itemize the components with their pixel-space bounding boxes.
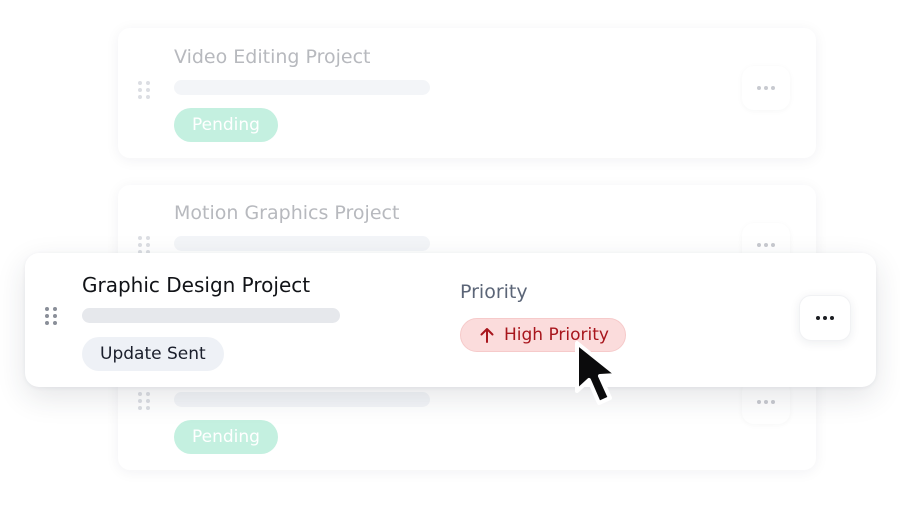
task-progress-bar <box>174 236 430 251</box>
arrow-up-icon <box>479 327 495 344</box>
task-card-graphic-design[interactable]: Graphic Design Project Update Sent Prior… <box>25 253 876 387</box>
task-progress-bar <box>82 308 340 323</box>
status-badge: Pending <box>174 108 278 142</box>
task-title: Motion Graphics Project <box>174 202 400 224</box>
more-options-button[interactable] <box>742 66 790 110</box>
drag-handle-icon[interactable] <box>138 236 150 254</box>
priority-label: Priority <box>460 281 528 303</box>
task-title: Video Editing Project <box>174 46 371 68</box>
status-badge: Update Sent <box>82 337 224 371</box>
drag-handle-icon[interactable] <box>138 392 150 410</box>
drag-handle-icon[interactable] <box>45 307 57 325</box>
task-title: Graphic Design Project <box>82 273 311 297</box>
mouse-pointer-icon <box>572 339 634 413</box>
more-options-button[interactable] <box>799 295 851 341</box>
task-progress-bar <box>174 392 430 407</box>
drag-handle-icon[interactable] <box>138 81 150 99</box>
status-badge: Pending <box>174 420 278 454</box>
task-progress-bar <box>174 80 430 95</box>
task-card-video-editing[interactable]: Video Editing Project Pending <box>118 28 816 158</box>
